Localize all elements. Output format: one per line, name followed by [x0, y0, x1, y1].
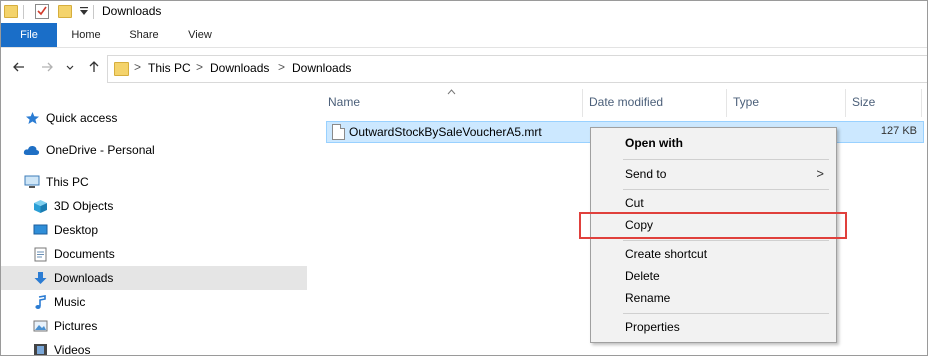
menu-item-label: Send to	[625, 167, 667, 181]
nav-item-desktop[interactable]: Desktop	[1, 218, 307, 242]
nav-item-onedrive[interactable]: OneDrive - Personal	[1, 138, 307, 162]
menu-item-label: Rename	[625, 291, 671, 305]
nav-item-downloads[interactable]: Downloads	[1, 266, 307, 290]
copy-highlight-box	[579, 212, 847, 239]
column-divider[interactable]	[726, 89, 727, 117]
star-icon	[25, 111, 40, 125]
nav-label: 3D Objects	[54, 199, 114, 213]
breadcrumb-separator: >	[196, 60, 204, 74]
menu-divider	[623, 240, 829, 241]
nav-label: Music	[54, 295, 86, 309]
ribbon-tabs: File Home Share View	[1, 23, 927, 48]
nav-label: Downloads	[54, 271, 114, 285]
explorer-window: Downloads File Home Share View > This PC…	[0, 0, 928, 356]
menu-item-properties[interactable]: Properties	[593, 316, 834, 338]
desktop-icon	[33, 223, 48, 237]
folder-icon	[114, 62, 129, 76]
address-bar[interactable]: > This PC > Downloads > Downloads	[107, 55, 927, 83]
column-header-type[interactable]: Type	[733, 95, 759, 109]
menu-item-open-with[interactable]: Open with	[593, 132, 834, 154]
download-arrow-icon	[33, 271, 48, 285]
nav-label: Documents	[54, 247, 115, 261]
column-divider[interactable]	[845, 89, 846, 117]
breadcrumb-downloads[interactable]: Downloads	[210, 61, 269, 75]
tab-view[interactable]: View	[175, 23, 225, 47]
sort-ascending-icon	[447, 87, 456, 98]
folder-icon	[4, 5, 18, 18]
menu-item-label: Properties	[625, 320, 680, 334]
breadcrumb-separator: >	[278, 60, 286, 74]
nav-label: This PC	[46, 175, 89, 189]
film-icon	[33, 343, 48, 355]
file-size: 127 KB	[880, 125, 917, 137]
nav-label: Pictures	[54, 319, 98, 333]
nav-label: Quick access	[46, 111, 118, 125]
nav-item-3d-objects[interactable]: 3D Objects	[1, 194, 307, 218]
menu-item-send-to[interactable]: Send to >	[593, 163, 834, 185]
menu-divider	[623, 313, 829, 314]
menu-item-create-shortcut[interactable]: Create shortcut	[593, 243, 834, 265]
tab-share[interactable]: Share	[119, 23, 169, 47]
breadcrumb-downloads-current[interactable]: Downloads	[292, 61, 351, 75]
nav-item-quick-access[interactable]: Quick access	[1, 106, 307, 130]
nav-item-documents[interactable]: Documents	[1, 242, 307, 266]
column-header-name[interactable]: Name	[328, 95, 360, 109]
file-name: OutwardStockBySaleVoucherA5.mrt	[349, 125, 542, 139]
music-note-icon	[34, 295, 49, 309]
nav-item-music[interactable]: Music	[1, 290, 307, 314]
nav-label: Videos	[54, 343, 91, 356]
nav-item-pictures[interactable]: Pictures	[1, 314, 307, 338]
navigation-pane: Quick access OneDrive - Personal This PC…	[1, 89, 307, 356]
customize-toolbar-icon[interactable]	[79, 5, 89, 17]
file-icon	[332, 124, 345, 140]
column-header-date-modified[interactable]: Date modified	[589, 95, 663, 109]
properties-check-icon[interactable]	[35, 4, 49, 19]
cloud-icon	[23, 143, 40, 157]
breadcrumb-this-pc[interactable]: This PC	[148, 61, 191, 75]
breadcrumb-separator: >	[134, 60, 142, 74]
menu-item-label: Cut	[625, 196, 644, 210]
menu-item-delete[interactable]: Delete	[593, 265, 834, 287]
menu-item-rename[interactable]: Rename	[593, 287, 834, 309]
picture-icon	[33, 319, 48, 333]
tab-home[interactable]: Home	[61, 23, 111, 47]
nav-item-videos[interactable]: Videos	[1, 338, 307, 356]
submenu-arrow-icon: >	[816, 166, 824, 181]
nav-label: OneDrive - Personal	[46, 143, 155, 157]
computer-icon	[24, 175, 40, 189]
menu-item-label: Create shortcut	[625, 247, 708, 261]
menu-item-cut[interactable]: Cut	[593, 192, 834, 214]
menu-divider	[623, 189, 829, 190]
column-header-size[interactable]: Size	[852, 95, 875, 109]
forward-arrow-icon[interactable]	[39, 60, 55, 76]
back-arrow-icon[interactable]	[11, 60, 27, 76]
navigation-bar: > This PC > Downloads > Downloads	[1, 48, 927, 88]
menu-item-label: Delete	[625, 269, 660, 283]
title-bar: Downloads	[1, 1, 927, 23]
toolbar-divider	[93, 5, 94, 19]
column-divider[interactable]	[921, 89, 922, 117]
column-divider[interactable]	[582, 89, 583, 117]
menu-divider	[623, 159, 829, 160]
nav-label: Desktop	[54, 223, 99, 237]
toolbar-divider	[23, 5, 24, 19]
nav-item-this-pc[interactable]: This PC	[1, 170, 307, 194]
tab-file[interactable]: File	[1, 23, 57, 47]
document-icon	[34, 247, 49, 262]
cube-icon	[33, 199, 48, 213]
up-arrow-icon[interactable]	[86, 60, 102, 76]
menu-item-label: Open with	[625, 136, 683, 150]
window-title: Downloads	[102, 4, 162, 18]
chevron-down-icon[interactable]	[65, 60, 75, 76]
new-folder-icon[interactable]	[58, 5, 72, 18]
